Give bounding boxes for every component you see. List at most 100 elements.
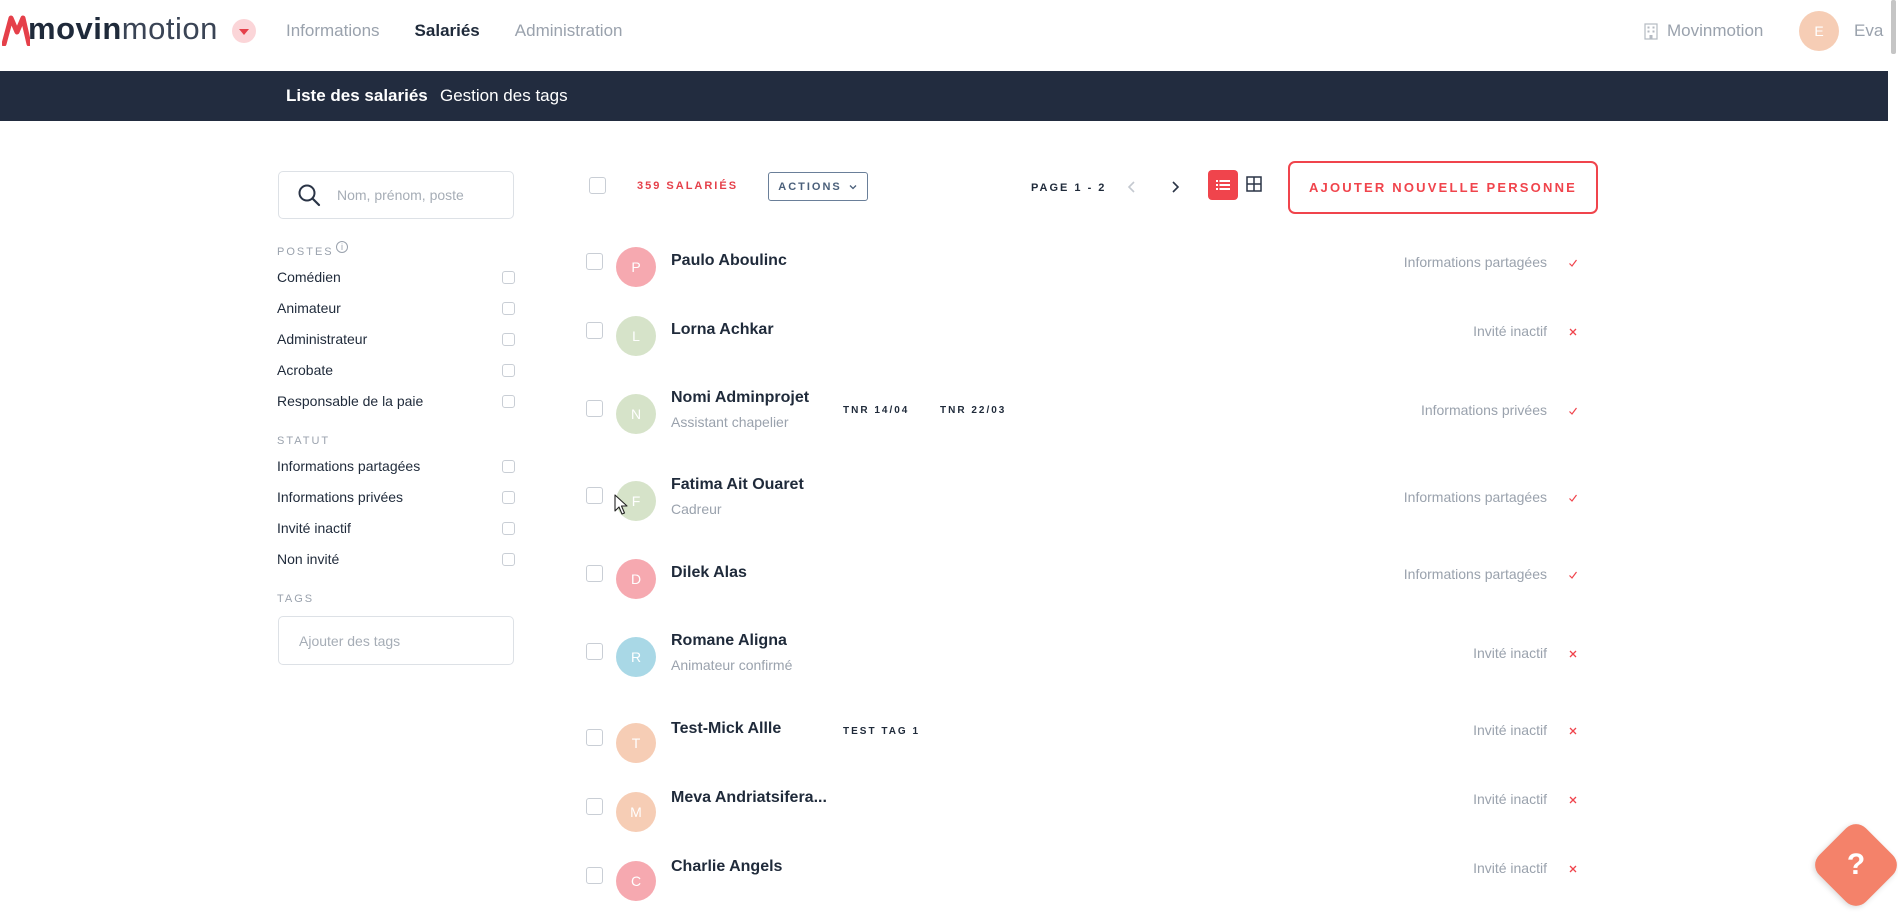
filter-checkbox[interactable] [502,521,515,535]
status-label: Invité inactif [1473,860,1547,876]
user-menu[interactable]: E Eva [1799,11,1883,51]
employee-row[interactable]: D Dilek Alas Informations partagées [585,548,1585,608]
employee-row[interactable]: P Paulo Aboulinc Informations partagées [585,236,1585,296]
employee-name[interactable]: Lorna Achkar [671,321,774,339]
row-checkbox[interactable] [586,565,603,582]
avatar: C [616,861,656,901]
row-checkbox[interactable] [586,729,603,746]
avatar: D [616,559,656,599]
employee-name[interactable]: Test-Mick Allle [671,720,781,738]
top-bar: movinmotion Informations Salariés Admini… [0,0,1888,71]
row-checkbox[interactable] [586,253,603,270]
filter-label: Animateur [277,300,341,316]
check-icon [1569,259,1577,267]
employee-name[interactable]: Dilek Alas [671,564,747,582]
employee-row[interactable]: M Meva Andriatsifera... Invité inactif [585,782,1585,842]
row-checkbox[interactable] [586,487,603,504]
company-switcher[interactable]: Movinmotion [1644,21,1763,41]
avatar: P [616,247,656,287]
help-button[interactable] [1809,818,1898,912]
tags-field[interactable] [278,616,514,665]
company-name: Movinmotion [1667,21,1764,40]
postes-label: POSTES [277,246,334,258]
check-icon [1569,494,1577,502]
employee-name[interactable]: Paulo Aboulinc [671,252,787,270]
page-indicator: PAGE 1 - 2 [1031,182,1107,194]
employee-name[interactable]: Meva Andriatsifera... [671,789,827,807]
user-avatar: E [1799,11,1839,51]
avatar: M [616,792,656,832]
search-icon [298,184,321,207]
filter-checkbox[interactable] [502,301,515,315]
avatar: R [616,637,656,677]
chevron-left-icon[interactable] [1125,179,1139,195]
status-label: Informations partagées [1403,489,1547,505]
filter-checkbox[interactable] [502,490,515,504]
row-checkbox[interactable] [586,322,603,339]
cross-icon [1569,650,1577,658]
employee-job: Cadreur [671,501,722,517]
filter-label: Informations partagées [277,458,421,474]
employee-row[interactable]: R Romane Aligna Animateur confirmé Invit… [585,627,1585,687]
filter-statut-invite-inactif[interactable]: Invité inactif [277,517,515,539]
search-field[interactable] [278,171,514,219]
employee-name[interactable]: Romane Aligna [671,632,787,650]
filter-poste-comedien[interactable]: Comédien [277,266,515,288]
employee-job: Animateur confirmé [671,657,793,673]
nav-administration[interactable]: Administration [515,21,623,41]
filter-label: Comédien [277,269,341,285]
employee-row[interactable]: C Charlie Angels Invité inactif [585,851,1585,901]
add-person-button[interactable]: AJOUTER NOUVELLE PERSONNE [1288,161,1598,214]
info-icon[interactable]: i [336,241,348,253]
row-checkbox[interactable] [586,798,603,815]
tags-label: TAGS [277,593,315,605]
filter-checkbox[interactable] [502,363,515,377]
tab-gestion-des-tags[interactable]: Gestion des tags [440,86,568,106]
filter-poste-animateur[interactable]: Animateur [277,297,515,319]
list-view-button[interactable] [1208,170,1238,200]
status-label: Invité inactif [1473,323,1547,339]
org-switcher-dropdown-icon[interactable] [232,19,256,43]
filter-checkbox[interactable] [502,552,515,566]
tags-input[interactable] [297,631,501,650]
filter-poste-responsable-paie[interactable]: Responsable de la paie [277,390,515,412]
employee-name[interactable]: Charlie Angels [671,858,782,876]
row-checkbox[interactable] [586,400,603,417]
select-all-checkbox[interactable] [589,177,606,194]
filter-checkbox[interactable] [502,459,515,473]
search-input[interactable] [335,186,499,204]
filter-checkbox[interactable] [502,332,515,346]
page-scrollbar[interactable] [1891,0,1896,54]
tab-liste-des-salaries[interactable]: Liste des salariés [286,86,428,106]
chevron-right-icon[interactable] [1168,179,1182,195]
row-checkbox[interactable] [586,867,603,884]
nav-informations[interactable]: Informations [286,21,380,41]
building-icon [1644,22,1658,40]
status-label: Invité inactif [1473,645,1547,661]
filter-poste-administrateur[interactable]: Administrateur [277,328,515,350]
cross-icon [1569,796,1577,804]
movinmotion-logo[interactable]: movinmotion [2,8,218,48]
filter-checkbox[interactable] [502,394,515,408]
statut-label: STATUT [277,435,331,447]
filter-statut-non-invite[interactable]: Non invité [277,548,515,570]
employee-row[interactable]: N Nomi Adminprojet Assistant chapelier T… [585,384,1585,444]
actions-dropdown[interactable]: ACTIONS [768,172,868,201]
filter-poste-acrobate[interactable]: Acrobate [277,359,515,381]
filter-statut-privees[interactable]: Informations privées [277,486,515,508]
chevron-down-icon [849,184,857,189]
row-checkbox[interactable] [586,643,603,660]
employee-name[interactable]: Fatima Ait Ouaret [671,476,804,494]
nav-salaries[interactable]: Salariés [415,21,480,41]
avatar: T [616,723,656,763]
employee-row[interactable]: L Lorna Achkar Invité inactif [585,305,1585,365]
employee-name[interactable]: Nomi Adminprojet [671,389,809,407]
grid-icon[interactable] [1245,175,1263,193]
status-label: Invité inactif [1473,791,1547,807]
filter-checkbox[interactable] [502,270,515,284]
filter-statut-partagees[interactable]: Informations partagées [277,455,515,477]
employee-count: 359 SALARIÉS [637,180,739,192]
employee-row[interactable]: T Test-Mick Allle TEST TAG 1 Invité inac… [585,713,1585,773]
check-icon [1569,571,1577,579]
employee-row[interactable]: F Fatima Ait Ouaret Cadreur Informations… [585,471,1585,531]
